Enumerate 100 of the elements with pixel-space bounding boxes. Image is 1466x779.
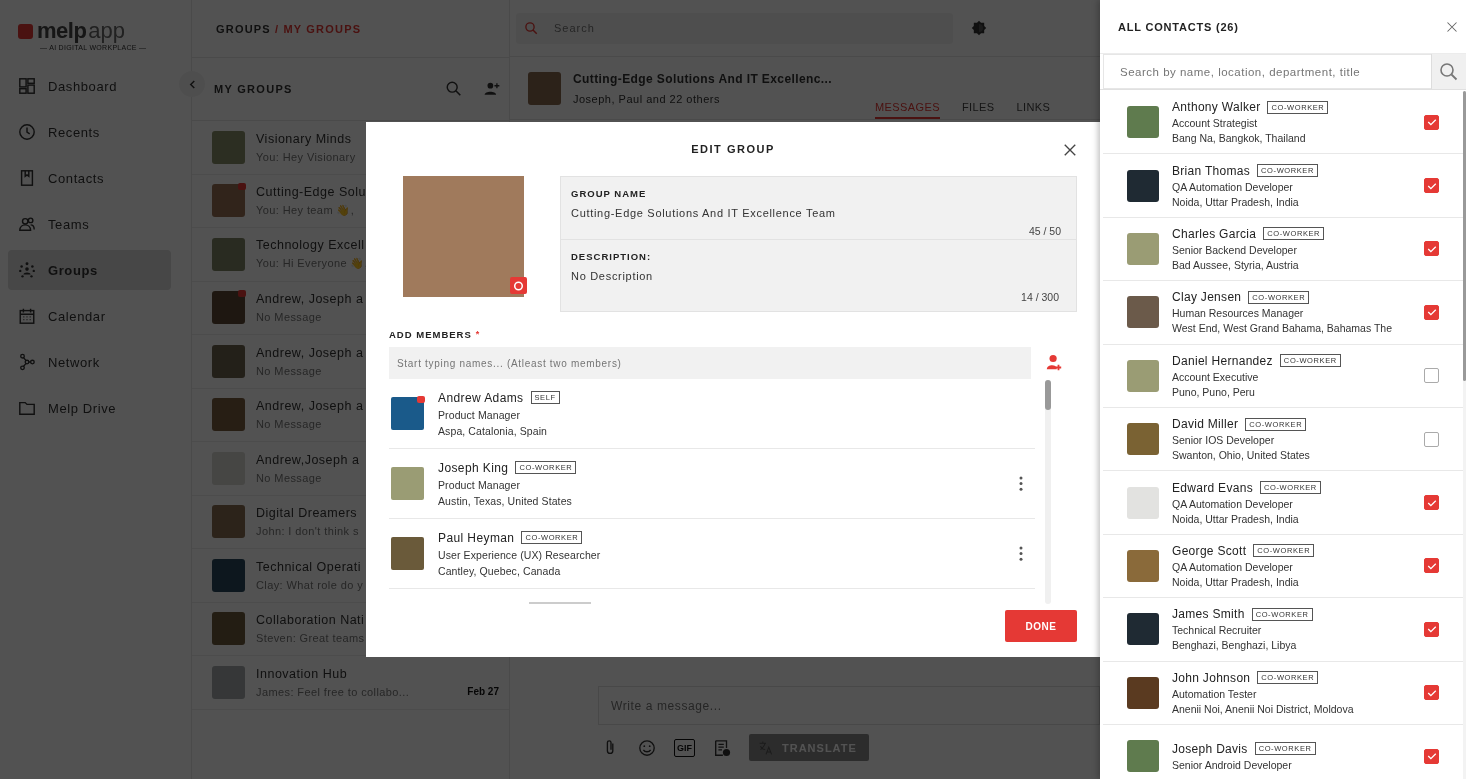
- logo-icon: [18, 23, 33, 39]
- contact-title: QA Automation Developer: [1172, 560, 1294, 573]
- contact-title: Human Resources Manager: [1172, 307, 1305, 320]
- avatar-photo: [1127, 423, 1159, 456]
- more-options-icon[interactable]: [1019, 546, 1023, 561]
- chat-members: Joseph, Paul and 22 others: [573, 92, 721, 105]
- contact-location: West End, West Grand Bahama, Bahamas The: [1172, 322, 1394, 335]
- description-field[interactable]: DESCRIPTION: No Description 14 / 300: [561, 239, 1076, 311]
- checkbox[interactable]: [1424, 114, 1439, 130]
- sidebar-item[interactable]: Teams: [8, 204, 171, 244]
- group-name-field[interactable]: GROUP NAME Cutting-Edge Solutions And IT Excellence Team 45 / 50: [561, 177, 1076, 239]
- contact-location: Noida, Uttar Pradesh, India: [1172, 575, 1300, 588]
- contact-location: Swanton, Ohio, United States: [1172, 449, 1311, 462]
- contact-name: Joseph Davis: [1172, 741, 1248, 756]
- contact-name: Daniel Hernandez: [1172, 353, 1273, 368]
- teams-icon: [18, 215, 36, 233]
- contact-name: George Scott: [1172, 543, 1247, 558]
- done-button[interactable]: DONE: [1005, 610, 1077, 642]
- checkbox[interactable]: [1424, 241, 1439, 257]
- drive-icon: [18, 399, 36, 417]
- contact-title: Automation Tester: [1172, 687, 1258, 700]
- contact-title: QA Automation Developer: [1172, 497, 1294, 510]
- member-search-field[interactable]: Start typing names... (Atleast two members): [389, 347, 1031, 379]
- sidebar-item[interactable]: Dashboard: [8, 66, 171, 106]
- sidebar-item[interactable]: Network: [8, 342, 171, 382]
- search-icon[interactable]: [445, 80, 463, 98]
- group-name: Digital Dreamers: [256, 506, 358, 521]
- groups-icon: [18, 261, 36, 279]
- checkbox[interactable]: [1424, 178, 1439, 194]
- close-icon[interactable]: [1446, 20, 1458, 33]
- group-name: Cutting-Edge Solu: [256, 184, 366, 199]
- scrollbar[interactable]: [1045, 380, 1051, 604]
- group-name: Andrew, Joseph a: [256, 399, 364, 414]
- contact-title: Account Strategist: [1172, 117, 1259, 130]
- checkbox[interactable]: [1424, 558, 1439, 574]
- contact-location: Bang Na, Bangkok, Thailand: [1172, 132, 1307, 145]
- contact-location: Anenii Noi, Anenii Noi District, Moldova: [1172, 702, 1355, 715]
- contact-name: James Smith: [1172, 607, 1245, 622]
- checkbox[interactable]: [1424, 685, 1439, 701]
- contact-location: Noida, Uttar Pradesh, India: [1172, 512, 1300, 525]
- group-name: Collaboration Nati: [256, 613, 365, 628]
- add-person-icon[interactable]: [1045, 354, 1063, 372]
- contact-name: Anthony Walker: [1172, 100, 1261, 115]
- breadcrumb-current: / MY GROUPS: [274, 22, 362, 35]
- dashboard-icon: [18, 77, 36, 95]
- add-group-icon[interactable]: [483, 80, 501, 98]
- avatar-photo: [1127, 676, 1159, 709]
- tab[interactable]: FILES: [961, 101, 995, 119]
- search-icon: [524, 20, 539, 36]
- calendar-icon: [18, 307, 36, 325]
- checkbox[interactable]: [1424, 304, 1439, 320]
- avatar-photo: [1127, 549, 1159, 582]
- scrollbar[interactable]: [1463, 91, 1466, 779]
- tab[interactable]: MESSAGES: [875, 101, 940, 119]
- more-options-icon[interactable]: [1019, 476, 1023, 491]
- network-icon: [18, 353, 36, 371]
- sidebar-item[interactable]: Calendar: [8, 296, 171, 336]
- recents-icon: [18, 123, 36, 141]
- group-name: Andrew, Joseph a: [256, 345, 364, 360]
- avatar-photo: [1127, 486, 1159, 519]
- chevron-left-icon: [187, 79, 197, 89]
- checkbox[interactable]: [1424, 431, 1439, 447]
- contact-title: Technical Recruiter: [1172, 624, 1263, 637]
- close-icon[interactable]: [1063, 143, 1077, 157]
- sidebar-item[interactable]: Melp Drive: [8, 388, 171, 428]
- group-name: Visionary Minds: [256, 131, 352, 146]
- group-name: Technical Operati: [256, 559, 362, 574]
- contact-search-field[interactable]: Search by name, location, department, title: [1103, 54, 1431, 89]
- search-icon: [1439, 61, 1459, 82]
- tab[interactable]: LINKS: [1016, 101, 1051, 119]
- message-date: Feb 27: [467, 685, 499, 698]
- contact-title: Senior IOS Developer: [1172, 434, 1276, 447]
- camera-icon[interactable]: [510, 277, 527, 294]
- avatar-photo: [1127, 613, 1159, 646]
- checkbox[interactable]: [1424, 368, 1439, 384]
- drawer-title: ALL CONTACTS (26): [1118, 20, 1239, 33]
- contacts-icon: [18, 169, 36, 187]
- contact-name: Brian Thomas: [1172, 163, 1251, 178]
- checkbox[interactable]: [1424, 621, 1439, 637]
- breadcrumb-link[interactable]: GROUPS: [216, 22, 271, 35]
- contact-title: Senior Android Developer: [1172, 758, 1293, 771]
- sidebar-item[interactable]: Recents: [8, 112, 171, 152]
- dialog-title: EDIT GROUP: [691, 143, 775, 155]
- contact-location: Noida, Uttar Pradesh, India: [1172, 195, 1300, 208]
- contact-location: Puno, Puno, Peru: [1172, 385, 1256, 398]
- theme-toggle-icon[interactable]: [971, 20, 987, 36]
- avatar-photo: [1127, 296, 1159, 329]
- gif-button[interactable]: GIF: [674, 738, 695, 757]
- note-add-icon[interactable]: [713, 738, 731, 757]
- checkbox[interactable]: [1424, 748, 1439, 764]
- checkbox[interactable]: [1424, 495, 1439, 511]
- group-name: Innovation Hub: [256, 666, 348, 681]
- contact-title: Account Executive: [1172, 370, 1260, 383]
- panel-title: MY GROUPS: [214, 83, 294, 95]
- member-name: Joseph King: [438, 460, 509, 475]
- emoji-icon[interactable]: [638, 738, 656, 757]
- sidebar-item[interactable]: Contacts: [8, 158, 171, 198]
- search-button[interactable]: [1431, 54, 1466, 89]
- avatar-photo: [1127, 169, 1159, 202]
- group-avatar-photo: [528, 71, 561, 105]
